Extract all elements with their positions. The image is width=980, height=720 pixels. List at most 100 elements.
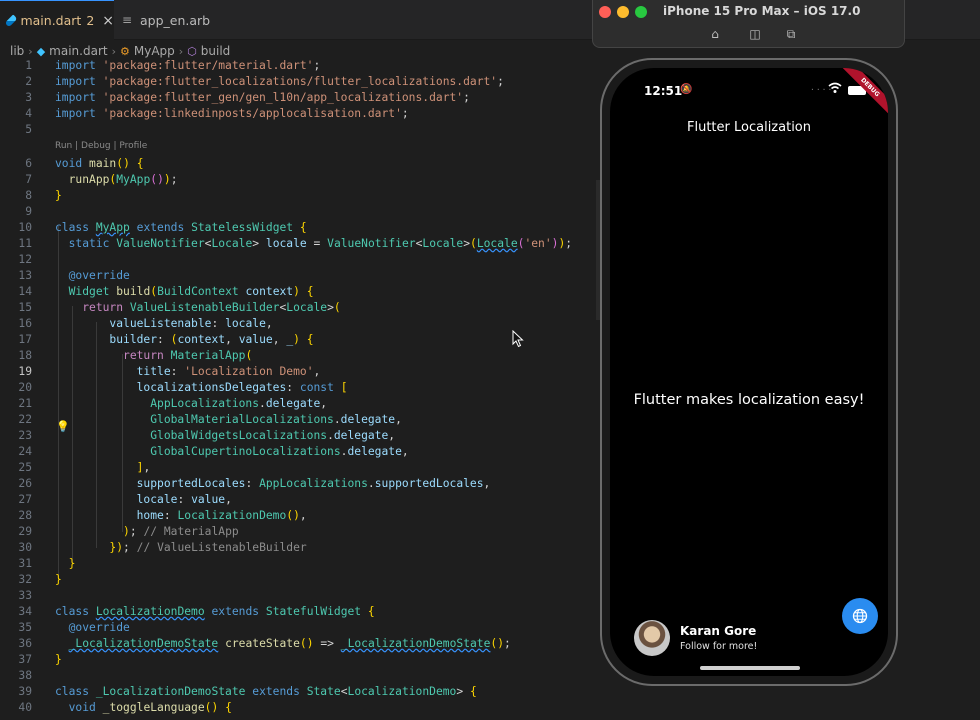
line-number: 3 [25,91,32,104]
code-text: void main() { [55,157,144,170]
minimize-window-button[interactable] [617,6,629,18]
simulator-window-header: iPhone 15 Pro Max – iOS 17.0 ⌂ ◫ ⧉ [592,0,905,48]
code-text: } [68,557,76,570]
globe-icon [852,608,868,624]
language-toggle-button[interactable] [842,598,878,634]
line-number: 2 [25,75,32,88]
code-text: @override [68,621,130,634]
code-text: supportedLocales: AppLocalizations.suppo… [136,477,491,490]
code-text: class _LocalizationDemoState extends Sta… [55,685,477,698]
zoom-window-button[interactable] [635,6,647,18]
code-text: void _toggleLanguage() { [68,701,232,714]
line-number: 9 [25,205,32,218]
code-text: static ValueNotifier<Locale> locale = Va… [68,237,573,250]
localized-body-text: Flutter makes localization easy! [633,392,865,408]
simulator-title: iPhone 15 Pro Max – iOS 17.0 [663,4,861,18]
line-number: 13 [18,269,32,282]
line-number: 11 [18,237,32,250]
line-number: 36 [18,637,32,650]
code-text: import 'package:flutter_gen/gen_l10n/app… [55,91,470,104]
tab-label: main.dart [20,13,82,28]
line-number: 17 [18,333,32,346]
line-number: 25 [18,461,32,474]
line-number: 20 [18,381,32,394]
line-number: 35 [18,621,32,634]
code-text: } [55,653,62,666]
code-text: ); // MaterialApp [123,525,239,538]
code-text: AppLocalizations.delegate, [150,397,328,410]
code-text: } [55,189,62,202]
home-indicator[interactable] [700,666,800,670]
line-number: 21 [18,397,32,410]
chevron-right-icon: › [28,44,33,58]
code-text: title: 'Localization Demo', [136,365,321,378]
line-number: 27 [18,493,32,506]
close-icon[interactable]: × [102,13,114,29]
line-number: 10 [18,221,32,234]
code-text: import 'package:flutter/material.dart'; [55,59,321,72]
code-editor[interactable]: Run | Debug | Profile 💡 1 import 'package… [0,58,600,720]
avatar [634,620,670,656]
code-text: return ValueListenableBuilder<Locale>( [82,301,341,314]
code-text: } [55,573,62,586]
author-subtitle: Follow for more! [680,641,758,652]
bell-slash-icon: 🔕 [680,84,693,95]
tab-main-dart[interactable]: main.dart 2 × [0,0,114,40]
rotate-icon[interactable]: ⧉ [783,26,799,42]
line-number: 22 [18,413,32,426]
line-number: 38 [18,669,32,682]
code-text: valueListenable: locale, [109,317,273,330]
code-text: GlobalCupertinoLocalizations.delegate, [150,445,409,458]
line-number: 15 [18,301,32,314]
code-text: builder: (context, value, _) { [109,333,314,346]
code-text: GlobalMaterialLocalizations.delegate, [150,413,402,426]
breadcrumb-file[interactable]: main.dart [49,44,107,58]
line-number: 28 [18,509,32,522]
line-number: 24 [18,445,32,458]
code-text: ], [136,461,151,474]
screenshot-icon[interactable]: ◫ [747,26,763,42]
code-text: }); // ValueListenableBuilder [109,541,307,554]
line-number: 19 [18,365,32,378]
line-number: 6 [25,157,32,170]
code-text: import 'package:flutter_localizations/fl… [55,75,504,88]
file-lines-icon: ≡ [122,13,133,27]
codelens-run-debug[interactable]: Run | Debug | Profile [55,140,147,152]
code-text: GlobalWidgetsLocalizations.delegate, [150,429,396,442]
breadcrumb-lib[interactable]: lib [10,44,24,58]
line-number: 32 [18,573,32,586]
close-window-button[interactable] [599,6,611,18]
phone-screen[interactable]: 12:51 🔕 ···· DEBUG Flutter Localization … [610,68,888,676]
line-number: 7 [25,173,32,186]
code-text: locale: value, [136,493,232,506]
line-number: 30 [18,541,32,554]
line-number: 18 [18,349,32,362]
line-number: 8 [25,189,32,202]
code-text: _LocalizationDemoState createState() => … [68,637,511,650]
code-text: runApp(MyApp()); [68,173,178,186]
breadcrumb-method[interactable]: build [201,44,231,58]
line-number: 12 [18,253,32,266]
line-number: 39 [18,685,32,698]
code-text: localizationsDelegates: const [ [136,381,348,394]
breadcrumb-class[interactable]: MyApp [134,44,175,58]
problem-count-badge: 2 [86,13,95,28]
tab-app-en-arb[interactable]: ≡ app_en.arb [114,0,234,40]
code-text: home: LocalizationDemo(), [136,509,307,522]
dart-file-icon: ◆ [36,44,46,58]
line-number: 16 [18,317,32,330]
line-number: 33 [18,589,32,602]
code-text: @override [68,269,130,282]
author-name: Karan Gore [680,624,757,638]
line-number: 23 [18,429,32,442]
line-number: 31 [18,557,32,570]
line-number: 5 [25,123,32,136]
app-bar-title: Flutter Localization [687,120,811,135]
code-text: import 'package:linkedinposts/applocalis… [55,107,409,120]
line-number: 29 [18,525,32,538]
mouse-pointer-icon [512,330,524,348]
home-icon[interactable]: ⌂ [707,26,723,42]
line-number: 4 [25,107,32,120]
method-icon: ⬡ [187,44,197,58]
wifi-icon [828,82,842,93]
